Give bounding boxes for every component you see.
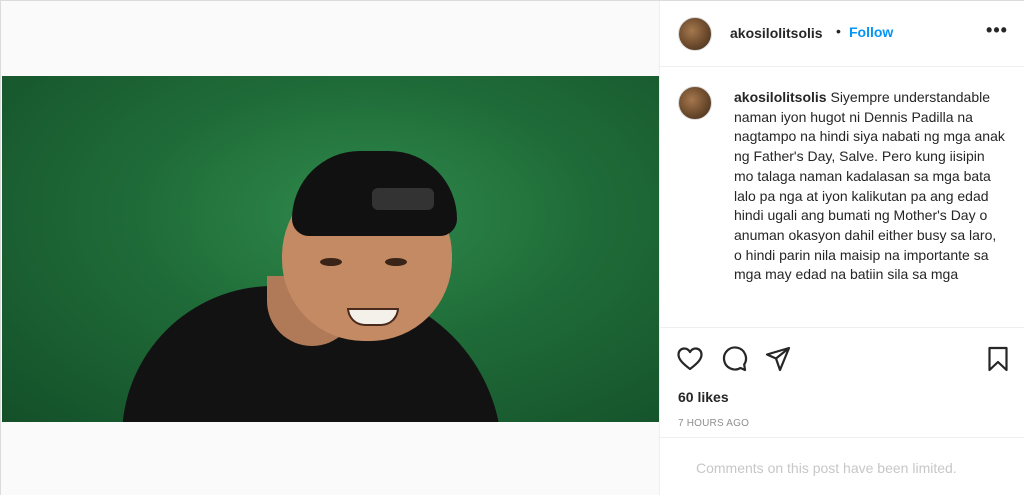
author-avatar[interactable]: [678, 17, 712, 51]
like-count[interactable]: 60 likes: [678, 389, 729, 405]
caption-text: Siyempre understandable naman iyon hugot…: [734, 89, 1005, 283]
comment-icon[interactable]: [720, 345, 748, 373]
post-media: [1, 1, 660, 495]
separator-dot: •: [836, 23, 841, 39]
post-header: akosilolitsolis • Follow •••: [660, 1, 1024, 67]
post-caption: akosilolitsolis Siyempre understandable …: [734, 88, 1006, 285]
comments-limited-notice: Comments on this post have been limited.: [660, 437, 1024, 495]
photo-eye-right: [385, 258, 407, 266]
comments-limited-text: Comments on this post have been limited.: [696, 460, 957, 476]
caption-avatar[interactable]: [678, 86, 712, 120]
action-bar: [660, 341, 1024, 377]
more-options-icon[interactable]: •••: [986, 21, 1008, 43]
photo-eye-left: [320, 258, 342, 266]
post-photo[interactable]: [2, 76, 659, 422]
heart-icon[interactable]: [676, 345, 704, 373]
follow-button[interactable]: Follow: [849, 24, 893, 40]
post-timestamp[interactable]: 7 HOURS AGO: [678, 418, 749, 429]
photo-cap-strap: [372, 188, 434, 210]
bookmark-icon[interactable]: [984, 345, 1012, 373]
post-side-panel: akosilolitsolis • Follow ••• akosilolits…: [660, 1, 1024, 495]
share-icon[interactable]: [764, 345, 792, 373]
caption-area: akosilolitsolis Siyempre understandable …: [660, 68, 1024, 328]
caption-username[interactable]: akosilolitsolis: [734, 89, 827, 105]
author-username[interactable]: akosilolitsolis: [730, 25, 823, 41]
post-container: akosilolitsolis • Follow ••• akosilolits…: [0, 0, 1024, 495]
